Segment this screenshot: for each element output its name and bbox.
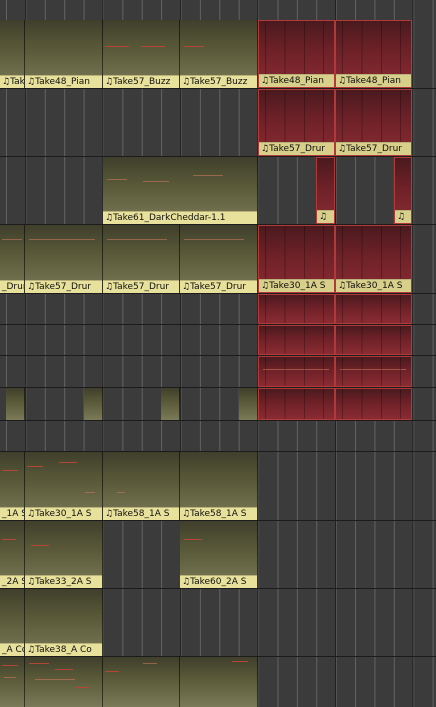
midi-clip-selected[interactable] (258, 325, 335, 355)
midi-clip[interactable]: _2A S (0, 521, 25, 588)
clip-label: ♫Take48_Pian (259, 74, 334, 87)
midi-clip-selected[interactable] (258, 388, 335, 420)
midi-note (143, 663, 157, 664)
midi-clip-selected[interactable]: ♫Take57_Drur (258, 89, 335, 156)
midi-note (55, 669, 73, 670)
clip-label: ♫Take58_1A S (180, 507, 257, 520)
midi-note (75, 687, 89, 688)
midi-clip[interactable]: ♫Take48_Pian (25, 20, 103, 88)
midi-clip[interactable]: ♫Take57_Drur (25, 225, 103, 293)
clip-label: ♫Take57_Buzz (103, 75, 179, 88)
midi-clip[interactable]: _1A S (0, 452, 25, 520)
midi-clip[interactable]: ♫Take57_Buzz (180, 20, 258, 88)
clip-label: ♫Take48_Pian (336, 74, 411, 87)
clip-label: ♫Take30_1A S (336, 279, 411, 292)
midi-note (85, 492, 95, 493)
midi-clip[interactable] (0, 657, 25, 707)
midi-clip[interactable] (180, 657, 258, 707)
clip-label: _Drur (0, 280, 24, 293)
clip-label: ♫Take30_1A S (259, 279, 334, 292)
clip-label: ♫Take57_Drur (259, 142, 334, 155)
midi-clip-selected[interactable] (335, 356, 412, 387)
midi-note (2, 470, 18, 471)
clip-label: _2A S (0, 575, 24, 588)
midi-clip[interactable] (84, 388, 103, 420)
midi-clip[interactable] (239, 388, 258, 420)
midi-note (105, 46, 129, 47)
midi-note (4, 677, 16, 678)
midi-clip-selected[interactable]: ♫ (316, 157, 335, 224)
midi-note (29, 663, 49, 664)
clip-label: ♫Take60_2A S (180, 575, 257, 588)
midi-clip[interactable]: ♫Take38_A Co (25, 589, 103, 656)
midi-clip-selected[interactable] (258, 294, 335, 324)
midi-note (2, 665, 18, 666)
clip-label: ♫Take57_Drur (25, 280, 102, 293)
midi-clip[interactable]: ♫Take57_Drur (180, 225, 258, 293)
clip-label: ♫ (395, 210, 411, 223)
clip-label: ♫Take57_Drur (103, 280, 179, 293)
midi-note (35, 679, 75, 680)
midi-note (184, 239, 244, 240)
midi-clip[interactable]: ♫Take33_2A S (25, 521, 103, 588)
midi-clip[interactable]: ♫Take57_Drur (103, 225, 180, 293)
midi-clip-selected[interactable]: ♫ (394, 157, 412, 224)
midi-clip-selected[interactable]: ♫Take57_Drur (335, 89, 412, 156)
midi-note (59, 462, 77, 463)
midi-note (143, 181, 169, 182)
midi-clip-selected[interactable] (258, 356, 335, 387)
midi-clip-selected[interactable]: ♫Take30_1A S (335, 225, 412, 293)
midi-note (117, 492, 125, 493)
midi-clip[interactable]: _Drur (0, 225, 25, 293)
midi-clip-selected[interactable] (335, 325, 412, 355)
midi-clip-selected[interactable] (335, 294, 412, 324)
midi-note (105, 671, 119, 672)
clip-label: ♫Take38_A Co (25, 643, 102, 656)
midi-note (193, 175, 223, 176)
midi-clip[interactable]: ♫Take58_1A S (180, 452, 258, 520)
midi-note (107, 239, 167, 240)
midi-clip[interactable]: ♫Take58_1A S (103, 452, 180, 520)
clip-label: ♫Take57_Buzz (180, 75, 257, 88)
midi-note (184, 46, 204, 47)
midi-clip-selected[interactable]: ♫Take30_1A S (258, 225, 335, 293)
midi-note (31, 545, 49, 546)
clip-label: _1A S (0, 507, 24, 520)
midi-clip[interactable]: ♫Take57_Buzz (103, 20, 180, 88)
clip-label: ♫Take48_Pian (0, 75, 24, 88)
clip-label: ♫Take33_2A S (25, 575, 102, 588)
midi-clip-selected[interactable]: ♫Take48_Pian (258, 20, 335, 88)
midi-note (29, 239, 95, 240)
midi-clip[interactable] (25, 657, 103, 707)
midi-note (2, 539, 16, 540)
midi-clip[interactable]: ♫Take61_DarkCheddar-1.1 (103, 157, 258, 224)
midi-clip[interactable]: _A Co (0, 589, 25, 656)
midi-clip-selected[interactable] (335, 388, 412, 420)
midi-clip[interactable] (103, 657, 180, 707)
track-separator (0, 420, 436, 421)
midi-clip[interactable]: ♫Take30_1A S (25, 452, 103, 520)
clip-label: ♫Take61_DarkCheddar-1.1 (103, 211, 257, 224)
midi-note (263, 369, 329, 370)
clip-label: ♫Take30_1A S (25, 507, 102, 520)
midi-note (232, 661, 248, 662)
midi-note (340, 369, 406, 370)
midi-note (184, 539, 202, 540)
midi-note (107, 179, 127, 180)
clip-label: ♫Take48_Pian (25, 75, 102, 88)
clip-label: ♫Take57_Drur (180, 280, 257, 293)
midi-clip[interactable] (6, 388, 25, 420)
clip-label: ♫ (317, 210, 334, 223)
midi-clip[interactable]: ♫Take60_2A S (180, 521, 258, 588)
clip-label: _A Co (0, 643, 24, 656)
midi-clip[interactable] (161, 388, 180, 420)
clip-label: ♫Take57_Drur (336, 142, 411, 155)
midi-clip-selected[interactable]: ♫Take48_Pian (335, 20, 412, 88)
clip-label: ♫Take58_1A S (103, 507, 179, 520)
midi-note (27, 466, 43, 467)
midi-note (2, 239, 22, 240)
midi-clip[interactable]: ♫Take48_Pian (0, 20, 25, 88)
midi-note (141, 46, 165, 47)
